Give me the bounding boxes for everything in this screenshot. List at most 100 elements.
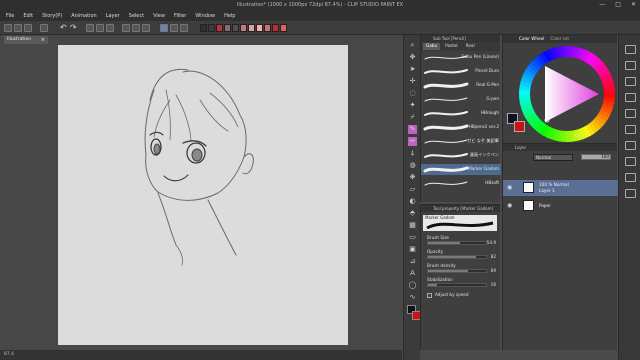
brush-tool-icon[interactable]: ⍋ [408,149,417,158]
gradient-tool-icon[interactable]: ▦ [408,221,417,230]
adjust-by-speed-checkbox[interactable] [427,293,432,298]
zoom-readout[interactable]: 87.4 [4,352,14,357]
material-body-icon[interactable] [625,173,636,182]
move-tool-icon[interactable]: ✥ [408,53,417,62]
material-image-icon[interactable] [625,109,636,118]
pen-tool-icon[interactable]: ✎ [408,125,417,134]
airbrush-tool-icon[interactable]: ◍ [408,161,417,170]
menu-select[interactable]: Select [129,13,144,19]
material-manga-icon[interactable] [625,93,636,102]
drawing-canvas[interactable] [58,45,348,345]
canvas-tab[interactable]: Illustration × [4,36,48,44]
redo-icon[interactable]: ↷ [70,24,78,32]
selection-tool-icon[interactable]: ◌ [408,89,417,98]
undo-icon[interactable]: ↶ [60,24,68,32]
color-wheel[interactable] [517,44,617,144]
pencil-tool-icon[interactable]: ✏ [408,137,417,146]
quick-color-swatch[interactable] [216,24,223,32]
brush-item[interactable]: Gabu Pen (Linear) [421,52,501,63]
material-3d-icon[interactable] [625,157,636,166]
auto-select-tool-icon[interactable]: ✦ [408,101,417,110]
menu-window[interactable]: Window [195,13,215,19]
navigator-icon[interactable] [625,45,636,54]
material-pattern-icon[interactable] [625,141,636,150]
material-icon[interactable] [625,77,636,86]
clear-icon[interactable] [86,24,94,32]
zoom-tool-icon[interactable]: ⌕ [408,41,417,50]
property-value[interactable]: 69 [491,268,496,273]
quick-color-swatch[interactable] [272,24,279,32]
menu-view[interactable]: View [153,13,165,19]
fill-icon[interactable] [96,24,104,32]
snap-grid-icon[interactable] [180,24,188,32]
new-file-icon[interactable] [4,24,12,32]
property-slider[interactable] [427,255,487,259]
quick-color-swatch[interactable] [280,24,287,32]
ruler-tool-icon[interactable]: ⊿ [408,257,417,266]
transform-icon[interactable] [106,24,114,32]
blend-tool-icon[interactable]: ◐ [408,197,417,206]
property-value[interactable]: 82 [491,254,496,259]
open-file-icon[interactable] [14,24,22,32]
invert-selection-icon[interactable] [132,24,140,32]
menu-edit[interactable]: Edit [23,13,33,19]
subtool-tab-real[interactable]: Real [463,43,478,50]
subtool-tab-gabu[interactable]: Gabu [423,43,441,50]
snap-ruler-icon[interactable] [160,24,168,32]
property-slider[interactable] [427,283,487,287]
maximize-button[interactable]: □ [615,0,621,10]
quick-color-swatch[interactable] [200,24,207,32]
fill-tool-icon[interactable]: ⬘ [408,209,417,218]
property-value[interactable]: 54.9 [487,240,496,245]
brush-item[interactable]: HBrough [421,108,501,119]
brush-item[interactable]: HBsoft [421,178,501,189]
operation-tool-icon[interactable]: ➤ [408,65,417,74]
deselect-icon[interactable] [122,24,130,32]
line-correction-tool-icon[interactable]: ∿ [408,293,417,302]
visibility-eye-icon[interactable]: ◉ [507,202,512,209]
menu-layer[interactable]: Layer [106,13,120,19]
quick-color-swatch[interactable] [256,24,263,32]
material-props-icon[interactable] [625,189,636,198]
figure-tool-icon[interactable]: ▭ [408,233,417,242]
quick-color-swatch[interactable] [264,24,271,32]
tab-color-set[interactable]: Color set [550,35,569,43]
subtool-tab-pastel[interactable]: Pastel [442,43,460,50]
property-value[interactable]: 16 [491,282,496,287]
brush-item[interactable]: 漫画インクペン [421,150,501,161]
layer-row[interactable]: ◉ 100 % Normal Layer 1 [503,180,618,196]
quick-color-swatch[interactable] [248,24,255,32]
menu-help[interactable]: Help [224,13,235,19]
property-slider[interactable] [427,241,487,245]
brush-item[interactable]: Pincel Duro [421,66,501,77]
save-icon[interactable] [24,24,32,32]
close-tab-icon[interactable]: × [41,36,45,44]
quick-color-swatch[interactable] [224,24,231,32]
visibility-eye-icon[interactable]: ◉ [507,184,512,191]
menu-story[interactable]: Story(P) [42,13,62,19]
snap-special-ruler-icon[interactable] [170,24,178,32]
quick-color-swatch[interactable] [208,24,215,32]
eyedropper-tool-icon[interactable]: ⌿ [408,113,417,122]
eraser-tool-icon[interactable]: ▱ [408,185,417,194]
settings-icon[interactable] [40,24,48,32]
menu-animation[interactable]: Animation [71,13,97,19]
frame-tool-icon[interactable]: ▣ [408,245,417,254]
menu-filter[interactable]: Filter [174,13,186,19]
sub-color-chip[interactable] [514,121,525,132]
minimize-button[interactable]: — [599,0,605,10]
close-button[interactable]: ✕ [631,0,636,10]
menu-file[interactable]: File [6,13,14,19]
decoration-tool-icon[interactable]: ❋ [408,173,417,182]
show-selection-icon[interactable] [142,24,150,32]
sub-view-icon[interactable] [625,61,636,70]
property-slider[interactable] [427,269,487,273]
material-color-icon[interactable] [625,125,636,134]
blend-mode-select[interactable]: Normal [533,154,573,161]
brush-item[interactable]: HBpencil ver.2 [421,122,501,133]
tab-color-wheel[interactable]: Color Wheel [519,35,544,43]
text-tool-icon[interactable]: A [408,269,417,278]
brush-item[interactable]: Real G-Pen [421,80,501,91]
brush-item[interactable]: Marker Gadom [421,164,501,175]
move-layer-tool-icon[interactable]: ✢ [408,77,417,86]
